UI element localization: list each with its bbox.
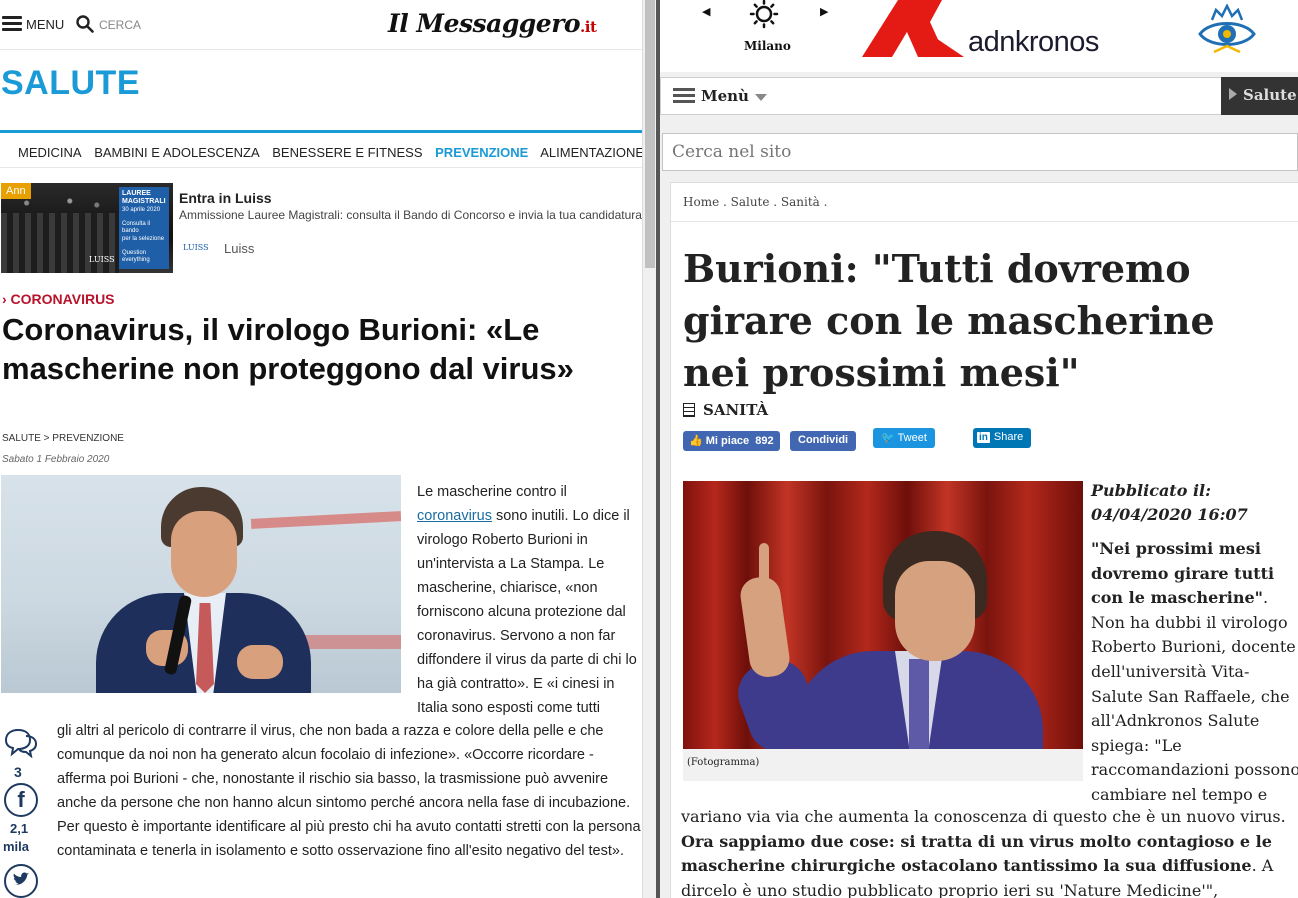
section-rule [0, 130, 642, 133]
facebook-count-unit: mila [3, 839, 30, 854]
section-button[interactable]: Salute [1221, 77, 1298, 115]
subnav-item-alimentazione[interactable]: ALIMENTAZIONE [540, 145, 642, 160]
search-icon[interactable] [76, 15, 94, 33]
ad-badge: LAUREE MAGISTRALI 30 aprile 2020 Consult… [119, 187, 169, 269]
breadcrumb[interactable]: SALUTE > PREVENZIONE [2, 433, 124, 444]
left-scrollbar[interactable] [642, 0, 656, 898]
photo-caption: (Fotogramma) [687, 757, 760, 768]
linkedin-icon: in [977, 432, 990, 443]
play-icon [1229, 88, 1237, 100]
article-kicker[interactable]: › CORONAVIRUS [2, 291, 115, 307]
hamburger-icon[interactable] [2, 16, 22, 31]
article-body-continued: gli altri al pericolo di contrarre il vi… [57, 723, 641, 859]
scrollbar-thumb[interactable] [645, 0, 655, 268]
subnav-item-benessere[interactable]: BENESSERE E FITNESS [272, 145, 422, 160]
article-body: variano via via che aumenta la conoscenz… [681, 807, 1286, 898]
ad-brand-logo: LUISS [183, 243, 209, 252]
menu-bar: Menù Salute [660, 77, 1298, 115]
subnav-item-bambini[interactable]: BAMBINI E ADOLESCENZA [94, 145, 259, 160]
section-subnav: MEDICINA BAMBINI E ADOLESCENZA BENESSERE… [18, 145, 642, 160]
ad-image[interactable]: Ann LUISS LAUREE MAGISTRALI 30 aprile 20… [1, 183, 173, 273]
tweet-button[interactable]: 🐦 Tweet [873, 428, 935, 448]
sun-icon [749, 0, 779, 29]
facebook-count: 2,1 [10, 821, 29, 836]
ad-tag: Ann [1, 183, 31, 199]
article-photo [683, 481, 1083, 749]
subnav-item-prevenzione[interactable]: PREVENZIONE [435, 145, 528, 160]
published-date: 04/04/2020 16:07 [1091, 505, 1248, 524]
facebook-like-button[interactable]: 👍 Mi piace 892 [683, 431, 780, 451]
article-headline: Coronavirus, il virologo Burioni: «Le ma… [2, 312, 574, 386]
document-icon [683, 403, 695, 417]
divider [0, 167, 642, 168]
chevron-down-icon[interactable] [755, 94, 767, 101]
article-headline: Burioni: "Tutti dovremo girare con le ma… [683, 246, 1215, 395]
twitter-icon[interactable] [4, 864, 38, 898]
adnkronos-logo[interactable]: adnkronos [968, 26, 1099, 59]
menu-button[interactable]: MENU [26, 17, 64, 32]
adnkronos-header: ◀ ▶ Milano adnkronos [660, 0, 1298, 72]
article-card: Home . Salute . Sanità . Burioni: "Tutti… [670, 182, 1298, 898]
article-category[interactable]: SANITÀ [683, 401, 768, 419]
breadcrumb[interactable]: Home . Salute . Sanità . [683, 195, 827, 209]
messaggero-pane: MENU CERCA Il Messaggero.it SALUTE MEDIC… [0, 0, 642, 898]
linkedin-share-button[interactable]: in Share [973, 428, 1032, 448]
facebook-share-button[interactable]: Condividi [790, 431, 857, 451]
section-title[interactable]: SALUTE [1, 64, 140, 103]
messaggero-header: MENU CERCA Il Messaggero.it [0, 0, 642, 50]
article-photo-frame: (Fotogramma) [683, 481, 1083, 781]
comment-icon[interactable] [2, 728, 38, 758]
weather-next-icon[interactable]: ▶ [820, 5, 828, 18]
article-body-column: Le mascherine contro il coronavirus sono… [417, 484, 637, 716]
weather-city[interactable]: Milano [744, 39, 791, 53]
ad-image-mark: LUISS [89, 255, 115, 264]
comments-count: 3 [14, 764, 22, 780]
search-input[interactable] [662, 133, 1298, 171]
published-label: Pubblicato il: [1091, 481, 1211, 500]
menu-button[interactable]: Menù [701, 87, 749, 105]
ad-brand[interactable]: Luiss [224, 241, 254, 256]
coronavirus-link[interactable]: coronavirus [417, 508, 492, 524]
list-menu-icon[interactable] [673, 88, 695, 106]
facebook-icon[interactable]: f [4, 783, 38, 817]
weather-prev-icon[interactable]: ◀ [702, 5, 710, 18]
subnav-item-medicina[interactable]: MEDICINA [18, 145, 82, 160]
divider [671, 221, 1298, 222]
messaggero-logo[interactable]: Il Messaggero.it [388, 9, 597, 38]
eye-logo-icon[interactable] [1194, 4, 1260, 56]
article-lead: "Nei prossimi mesi dovremo girare tutti … [1091, 539, 1298, 804]
adnkronos-logo-mark[interactable] [862, 0, 964, 57]
ad-description[interactable]: Ammissione Lauree Magistrali: consulta i… [179, 208, 642, 222]
search-button[interactable]: CERCA [99, 18, 141, 32]
ad-title[interactable]: Entra in Luiss [179, 190, 272, 206]
article-date: Sabato 1 Febbraio 2020 [2, 454, 110, 465]
twitter-icon: 🐦 [881, 432, 895, 444]
article-photo [1, 475, 401, 693]
adnkronos-pane: ◀ ▶ Milano adnkronos Menù Salute Cerca n… [660, 0, 1298, 898]
